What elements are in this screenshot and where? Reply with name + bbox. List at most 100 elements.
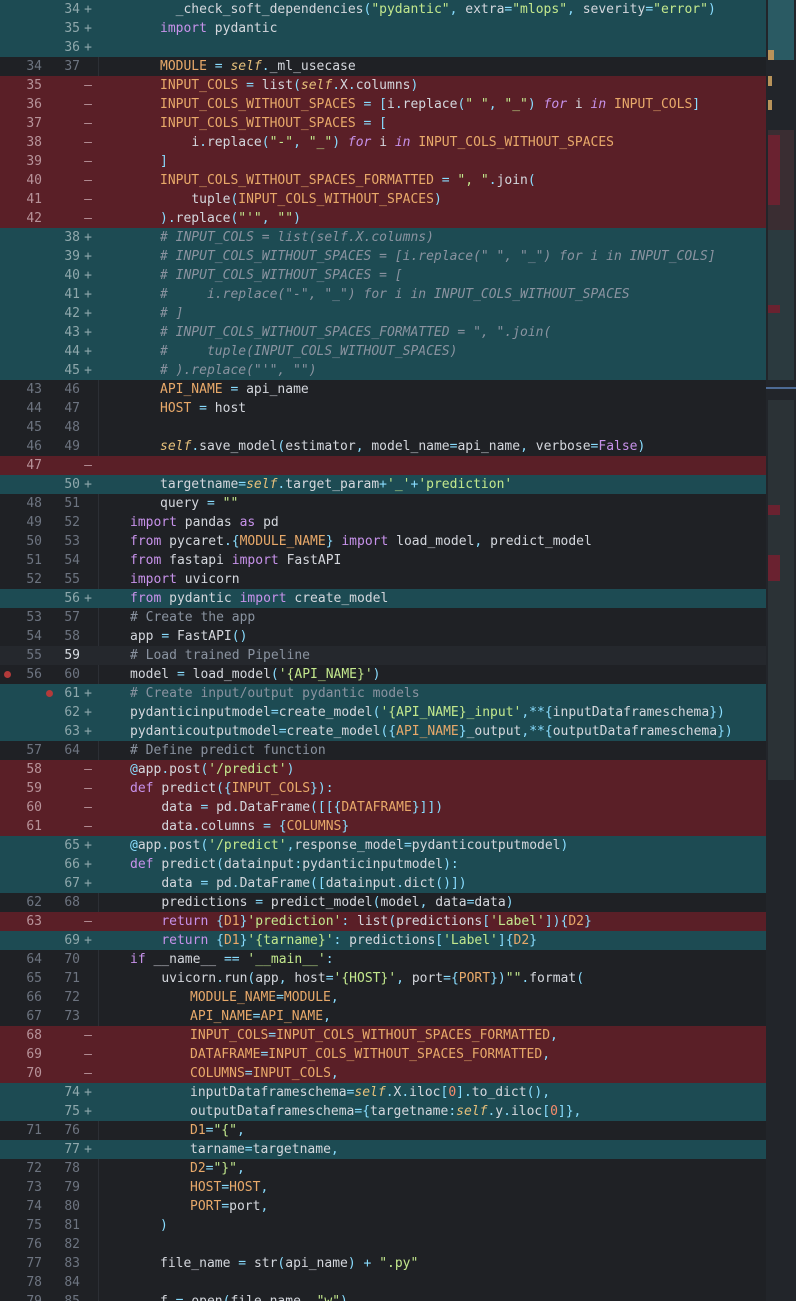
code-text[interactable]: @app.post('/predict') <box>130 760 294 779</box>
minimap[interactable] <box>766 0 796 1301</box>
diff-line[interactable]: 56 60 model = load_model('{API_NAME}') <box>0 665 766 684</box>
code-text[interactable]: HOST = host <box>160 399 246 418</box>
diff-line[interactable]: 43 + # INPUT_COLS_WITHOUT_SPACES_FORMATTED… <box>0 323 766 342</box>
diff-line[interactable]: 61 — data.columns = {COLUMNS} <box>0 817 766 836</box>
code-text[interactable]: MODULE_NAME=MODULE, <box>190 988 339 1007</box>
diff-line[interactable]: 75 + outputDataframeschema={targetname:sel… <box>0 1102 766 1121</box>
diff-line[interactable]: 71 76 D1="{", <box>0 1121 766 1140</box>
code-text[interactable]: pydanticinputmodel=create_model('{API_NA… <box>130 703 725 722</box>
diff-line[interactable]: 39 + # INPUT_COLS_WITHOUT_SPACES = [i.repl… <box>0 247 766 266</box>
diff-line[interactable]: 77 + tarname=targetname, <box>0 1140 766 1159</box>
code-text[interactable]: ] <box>160 152 168 171</box>
code-text[interactable]: ).replace("'", "") <box>160 209 301 228</box>
code-text[interactable]: API_NAME = api_name <box>160 380 309 399</box>
code-text[interactable]: i.replace("-", "_") for i in INPUT_COLS_… <box>160 133 614 152</box>
diff-line[interactable]: 67 73 API_NAME=API_NAME, <box>0 1007 766 1026</box>
diff-line[interactable]: 50 53 from pycaret.{MODULE_NAME} import lo… <box>0 532 766 551</box>
code-text[interactable]: data = pd.DataFrame([[{DATAFRAME}]]) <box>130 798 443 817</box>
diff-line[interactable]: 66 72 MODULE_NAME=MODULE, <box>0 988 766 1007</box>
code-text[interactable]: # ] <box>160 304 183 323</box>
code-text[interactable]: tarname=targetname, <box>190 1140 339 1159</box>
diff-line[interactable]: 38 + # INPUT_COLS = list(self.X.columns) <box>0 228 766 247</box>
breakpoint-icon[interactable] <box>46 690 53 697</box>
diff-line[interactable]: 35 — INPUT_COLS = list(self.X.columns) <box>0 76 766 95</box>
code-text[interactable]: def predict(datainput:pydanticinputmodel… <box>130 855 459 874</box>
diff-line[interactable]: 54 58 app = FastAPI() <box>0 627 766 646</box>
diff-line[interactable]: 42 + # ] <box>0 304 766 323</box>
code-text[interactable]: predictions = predict_model(model, data=… <box>130 893 513 912</box>
diff-editor[interactable]: 34 + _check_soft_dependencies("pydantic",… <box>0 0 796 1301</box>
code-text[interactable]: _check_soft_dependencies("pydantic", ext… <box>160 0 716 19</box>
code-text[interactable]: tuple(INPUT_COLS_WITHOUT_SPACES) <box>160 190 441 209</box>
diff-line[interactable]: 76 82 <box>0 1235 766 1254</box>
code-text[interactable]: COLUMNS=INPUT_COLS, <box>190 1064 339 1083</box>
diff-line[interactable]: 63 + pydanticoutputmodel=create_model({API… <box>0 722 766 741</box>
diff-line[interactable]: 52 55 import uvicorn <box>0 570 766 589</box>
diff-line[interactable]: 43 46 API_NAME = api_name <box>0 380 766 399</box>
code-text[interactable]: uvicorn.run(app, host='{HOST}', port={PO… <box>130 969 584 988</box>
code-text[interactable]: from pydantic import create_model <box>130 589 388 608</box>
diff-line[interactable]: 36 — INPUT_COLS_WITHOUT_SPACES = [i.replac… <box>0 95 766 114</box>
diff-line[interactable]: 57 64 # Define predict function <box>0 741 766 760</box>
code-text[interactable]: MODULE = self._ml_usecase <box>160 57 356 76</box>
diff-line[interactable]: 77 83 file_name = str(api_name) + ".py" <box>0 1254 766 1273</box>
code-text[interactable]: return {D1}'prediction': list(prediction… <box>130 912 592 931</box>
code-text[interactable]: if __name__ == '__main__': <box>130 950 334 969</box>
code-text[interactable]: outputDataframeschema={targetname:self.y… <box>190 1102 581 1121</box>
code-text[interactable]: # tuple(INPUT_COLS_WITHOUT_SPACES) <box>160 342 457 361</box>
code-text[interactable]: from pycaret.{MODULE_NAME} import load_m… <box>130 532 592 551</box>
code-text[interactable]: # INPUT_COLS_WITHOUT_SPACES_FORMATTED = … <box>160 323 551 342</box>
diff-line[interactable]: 45 48 <box>0 418 766 437</box>
code-text[interactable]: # Define predict function <box>130 741 326 760</box>
diff-line[interactable]: 44 + # tuple(INPUT_COLS_WITHOUT_SPACES) <box>0 342 766 361</box>
code-text[interactable]: query = "" <box>160 494 238 513</box>
diff-line[interactable]: 69 — DATAFRAME=INPUT_COLS_WITHOUT_SPACES_F… <box>0 1045 766 1064</box>
code-text[interactable]: from fastapi import FastAPI <box>130 551 341 570</box>
code-text[interactable]: return {D1}'{tarname}': predictions['Lab… <box>130 931 537 950</box>
diff-line[interactable]: 40 + # INPUT_COLS_WITHOUT_SPACES = [ <box>0 266 766 285</box>
diff-line[interactable]: 70 — COLUMNS=INPUT_COLS, <box>0 1064 766 1083</box>
diff-line[interactable]: 62 68 predictions = predict_model(model, … <box>0 893 766 912</box>
code-text[interactable]: data.columns = {COLUMNS} <box>130 817 349 836</box>
diff-line[interactable]: 67 + data = pd.DataFrame([datainput.dict(… <box>0 874 766 893</box>
code-text[interactable]: DATAFRAME=INPUT_COLS_WITHOUT_SPACES_FORM… <box>190 1045 550 1064</box>
diff-line[interactable]: 72 78 D2="}", <box>0 1159 766 1178</box>
diff-line[interactable]: 50 + targetname=self.target_param+'_'+'pre… <box>0 475 766 494</box>
diff-line[interactable]: 59 — def predict({INPUT_COLS}): <box>0 779 766 798</box>
diff-line[interactable]: 41 — tuple(INPUT_COLS_WITHOUT_SPACES) <box>0 190 766 209</box>
diff-line[interactable]: 79 85 f = open(file_name, "w") <box>0 1292 766 1301</box>
code-text[interactable]: @app.post('/predict',response_model=pyda… <box>130 836 568 855</box>
code-text[interactable]: # Load trained Pipeline <box>130 646 310 665</box>
code-text[interactable]: data = pd.DataFrame([datainput.dict()]) <box>130 874 466 893</box>
code-text[interactable]: INPUT_COLS_WITHOUT_SPACES_FORMATTED = ",… <box>160 171 536 190</box>
code-text[interactable]: # Create input/output pydantic models <box>130 684 420 703</box>
code-text[interactable]: targetname=self.target_param+'_'+'predic… <box>160 475 512 494</box>
diff-line[interactable]: 61 + # Create input/output pydantic models <box>0 684 766 703</box>
code-text[interactable]: import uvicorn <box>130 570 240 589</box>
code-text[interactable]: INPUT_COLS_WITHOUT_SPACES = [i.replace("… <box>160 95 700 114</box>
diff-line[interactable]: 62 + pydanticinputmodel=create_model('{API… <box>0 703 766 722</box>
diff-line[interactable]: 46 49 self.save_model(estimator, model_nam… <box>0 437 766 456</box>
diff-line[interactable]: 63 — return {D1}'prediction': list(predic… <box>0 912 766 931</box>
code-text[interactable]: f = open(file_name, "w") <box>160 1292 348 1301</box>
code-text[interactable]: # INPUT_COLS_WITHOUT_SPACES = [i.replace… <box>160 247 716 266</box>
code-text[interactable]: import pandas as pd <box>130 513 279 532</box>
diff-line[interactable]: 66 + def predict(datainput:pydanticinputmo… <box>0 855 766 874</box>
code-text[interactable]: inputDataframeschema=self.X.iloc[0].to_d… <box>190 1083 550 1102</box>
diff-line[interactable]: 53 57 # Create the app <box>0 608 766 627</box>
diff-line[interactable]: 75 81) <box>0 1216 766 1235</box>
diff-line[interactable]: 45 + # ).replace("'", "") <box>0 361 766 380</box>
code-text[interactable]: PORT=port, <box>190 1197 268 1216</box>
code-text[interactable]: # ).replace("'", "") <box>160 361 317 380</box>
code-text[interactable]: model = load_model('{API_NAME}') <box>130 665 380 684</box>
diff-line[interactable]: 35 + import pydantic <box>0 19 766 38</box>
diff-line[interactable]: 56 + from pydantic import create_model <box>0 589 766 608</box>
diff-line[interactable]: 39 —] <box>0 152 766 171</box>
diff-line[interactable]: 78 84 <box>0 1273 766 1292</box>
code-text[interactable]: HOST=HOST, <box>190 1178 268 1197</box>
code-text[interactable]: def predict({INPUT_COLS}): <box>130 779 334 798</box>
code-text[interactable]: D2="}", <box>190 1159 245 1178</box>
diff-line[interactable]: 36 + <box>0 38 766 57</box>
diff-line[interactable]: 65 + @app.post('/predict',response_model=p… <box>0 836 766 855</box>
code-text[interactable]: app = FastAPI() <box>130 627 247 646</box>
